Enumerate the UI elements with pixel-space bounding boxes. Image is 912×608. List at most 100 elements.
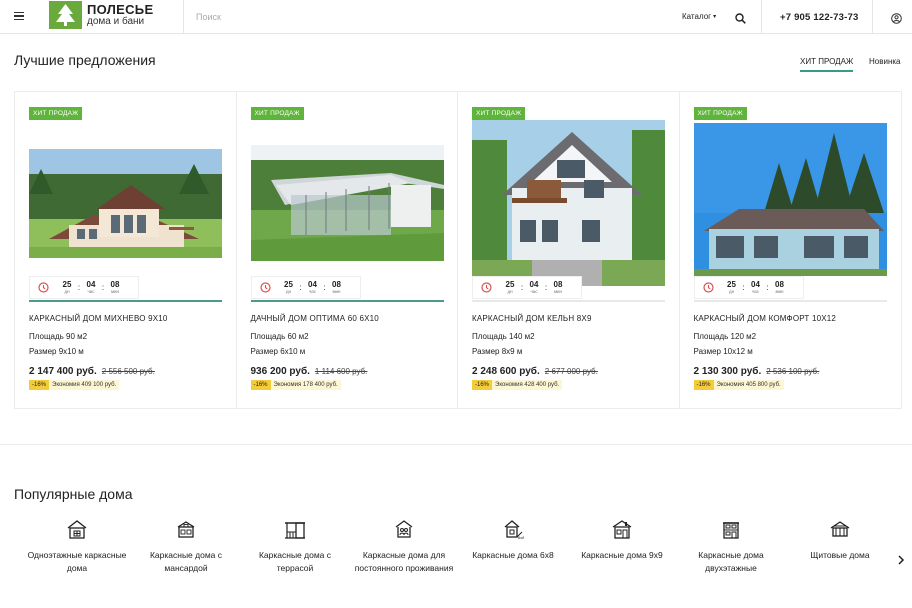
popular-item-label: Одноэтажные каркасные дома (27, 550, 127, 573)
house-size-icon: 6x8 (504, 520, 524, 540)
house-photo[interactable] (29, 149, 222, 258)
product-cards: ХИТ ПРОДАЖ 25 дн : 04 час : 08 мин КАРКА… (14, 91, 902, 409)
search-icon[interactable] (735, 11, 746, 24)
house-big-icon (612, 520, 632, 539)
product-name[interactable]: КАРКАСНЫЙ ДОМ КОМФОРТ 10Х12 (694, 314, 837, 323)
popular-item-label: Каркасные дома для постоянного проживани… (354, 550, 454, 573)
search-input[interactable] (196, 9, 636, 25)
menu-icon[interactable] (14, 12, 24, 21)
user-icon[interactable] (891, 11, 902, 24)
discount-row: -16% Экономия 405 800 руб. (693, 380, 784, 390)
timer-minutes: 08 (775, 279, 784, 289)
clock-icon (481, 282, 492, 293)
product-card[interactable]: ХИТ ПРОДАЖ 25 дн : 04 час : 08 мин КАРКАСНЫ… (680, 92, 902, 408)
timer-minutes: 08 (553, 279, 563, 289)
discount-badge: -16% (29, 380, 50, 390)
old-price: 2 677 000 руб. (544, 367, 598, 376)
svg-text:6x8: 6x8 (518, 535, 524, 540)
current-price: 2 130 300 руб. (693, 366, 762, 377)
popular-item-two-storey[interactable]: Каркасные дома двухэтажные (676, 518, 786, 574)
house-photo[interactable] (472, 120, 665, 286)
timer-hours: 04 (529, 279, 539, 289)
product-card[interactable]: ХИТ ПРОДАЖ 25 дн : 04 час : 08 мин КАРКА… (15, 92, 237, 408)
header-divider (183, 0, 184, 34)
product-card[interactable]: ХИТ ПРОДАЖ 25 дн : 04 час : 08 мин КАРКА… (458, 92, 680, 408)
timer-days: 25 (62, 279, 72, 289)
popular-item-one-storey[interactable]: Одноэтажные каркасные дома (22, 518, 132, 574)
product-size: Размер 8х9 м (472, 347, 523, 356)
product-price: 936 200 руб. 1 114 600 руб. (251, 366, 368, 377)
house-photo[interactable] (250, 145, 444, 261)
terrace-icon (285, 522, 305, 539)
timer-minutes-unit: мин (332, 288, 341, 294)
popular-item-label: Каркасные дома двухэтажные (698, 550, 764, 573)
popular-item-label: Каркасные дома 6х8 (472, 550, 554, 560)
popular-item-permanent[interactable]: Каркасные дома для постоянного проживани… (349, 518, 459, 574)
clock-icon (259, 282, 271, 293)
timer-minutes: 08 (110, 279, 120, 289)
discount-badge: -16% (472, 380, 493, 390)
logo[interactable]: ПОЛЕСЬЕ дома и бани (49, 1, 153, 29)
popular-item-attic[interactable]: Каркасные дома с мансардой (131, 518, 241, 574)
timer-minutes-unit: мин (775, 288, 784, 294)
house-people-icon (395, 520, 413, 538)
two-storey-icon (723, 522, 739, 539)
clock-icon (702, 282, 714, 293)
catalog-dropdown[interactable]: Каталог ▾ (682, 12, 716, 21)
timer-minutes-unit: мин (110, 288, 120, 294)
popular-item-6x8[interactable]: 6x8 Каркасные дома 6х8 (458, 518, 568, 562)
hit-badge: ХИТ ПРОДАЖ (29, 107, 83, 120)
countdown-timer: 25 дн : 04 час : 08 мин (29, 276, 139, 299)
popular-item-label: Щитовые дома (810, 550, 870, 560)
timer-days-unit: дн (728, 288, 735, 294)
chevron-right-icon[interactable] (897, 552, 905, 565)
hit-badge: ХИТ ПРОДАЖ (693, 107, 747, 120)
product-name[interactable]: ДАЧНЫЙ ДОМ ОПТИМА 60 6Х10 (251, 314, 379, 323)
timer-days-unit: дн (285, 288, 292, 294)
discount-row: -16% Экономия 409 100 руб. (29, 380, 120, 390)
product-name[interactable]: КАРКАСНЫЙ ДОМ КЕЛЬН 8Х9 (472, 314, 592, 323)
popular-item-label: Каркасные дома с террасой (258, 550, 332, 573)
timer-days-unit: дн (64, 288, 70, 294)
popular-title: Популярные дома (14, 486, 133, 502)
popular-item-panel[interactable]: Щитовые дома (785, 518, 895, 562)
product-card[interactable]: ХИТ ПРОДАЖ 25 дн : 04 час : 08 мин ДАЧНЫЙ (237, 92, 458, 408)
current-price: 2 248 600 руб. (472, 366, 540, 377)
timer-progress (250, 300, 444, 302)
old-price: 2 556 500 руб. (101, 367, 155, 376)
timer-hours-unit: час (308, 288, 317, 294)
discount-badge: -16% (693, 380, 714, 390)
discount-badge: -16% (250, 380, 271, 390)
product-area: Площадь 120 м2 (693, 332, 757, 341)
house-photo[interactable] (693, 123, 887, 276)
product-area: Площадь 140 м2 (472, 332, 535, 341)
saving-label: Экономия 405 800 руб. (713, 380, 784, 390)
product-price: 2 248 600 руб. 2 677 000 руб. (472, 366, 598, 377)
product-area: Площадь 60 м2 (250, 332, 309, 341)
product-size: Размер 6х10 м (250, 347, 306, 356)
timer-hours-unit: час (87, 288, 95, 294)
timer-days: 25 (505, 279, 515, 289)
popular-item-label: Каркасные дома с мансардой (149, 550, 223, 573)
house-icon (67, 520, 87, 539)
countdown-timer: 25 дн : 04 час : 08 мин (250, 276, 361, 299)
timer-days: 25 (284, 279, 293, 289)
timer-progress (29, 300, 222, 302)
clock-icon (38, 282, 49, 293)
saving-label: Экономия 409 100 руб. (49, 380, 120, 390)
section-divider (0, 444, 912, 445)
timer-hours: 04 (308, 279, 317, 289)
tab-new[interactable]: Новинка (869, 57, 901, 66)
timer-hours: 04 (751, 279, 760, 289)
product-price: 2 147 400 руб. 2 556 500 руб. (29, 366, 155, 377)
product-name[interactable]: КАРКАСНЫЙ ДОМ МИХНЕВО 9Х10 (29, 314, 168, 323)
popular-item-terrace[interactable]: Каркасные дома с террасой (240, 518, 350, 574)
tab-hit-sales[interactable]: ХИТ ПРОДАЖ (800, 57, 854, 72)
hit-badge: ХИТ ПРОДАЖ (250, 107, 304, 120)
phone-number[interactable]: +7 905 122-73-73 (780, 12, 858, 23)
logo-subtitle: дома и бани (87, 16, 145, 27)
timer-progress (472, 300, 665, 302)
header-divider (872, 0, 873, 34)
header-divider (761, 0, 762, 34)
popular-item-9x9[interactable]: Каркасные дома 9х9 (567, 518, 677, 562)
